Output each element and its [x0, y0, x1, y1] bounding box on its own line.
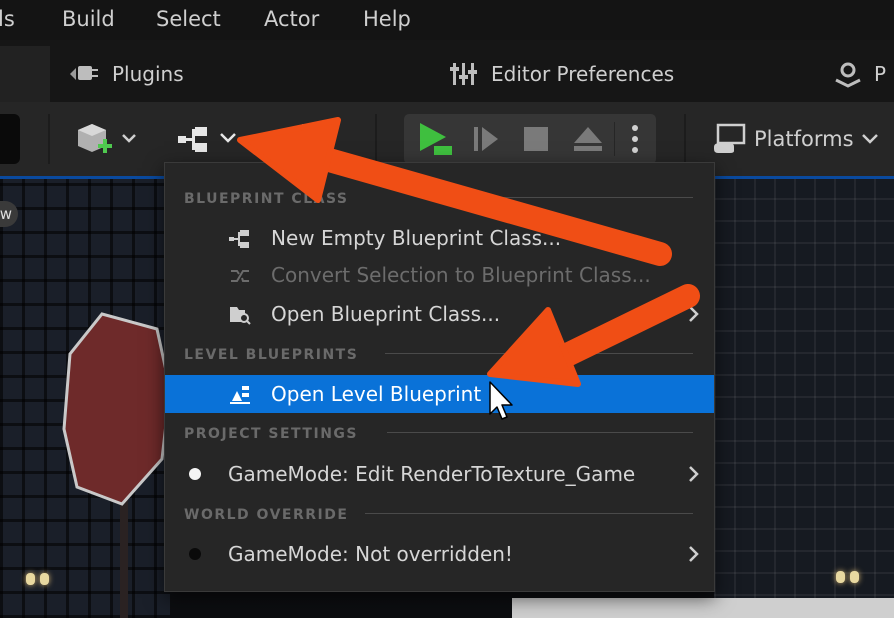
menu-item-new-empty-blueprint[interactable]: New Empty Blueprint Class... [165, 219, 714, 257]
street-lamp-icon [26, 573, 50, 587]
menu-item-label: GameMode: Edit RenderToTexture_Game [228, 462, 636, 486]
more-vertical-icon[interactable] [630, 123, 640, 155]
menu-item-open-level-blueprint[interactable]: Open Level Blueprint [165, 375, 714, 413]
section-header-level-blueprints: LEVEL BLUEPRINTS [184, 347, 359, 363]
menu-help[interactable]: Help [363, 7, 411, 31]
street-lamp-icon [836, 571, 860, 585]
menu-select[interactable]: Select [156, 7, 221, 31]
project-settings-icon [835, 62, 861, 88]
plug-icon [70, 66, 98, 80]
blueprint-icon[interactable] [176, 124, 242, 156]
menu-item-label: Open Level Blueprint [271, 382, 482, 406]
stop-icon[interactable] [522, 125, 550, 153]
tab-project-settings-label: P [874, 62, 887, 86]
section-divider [365, 513, 693, 514]
tab-plugins-label: Plugins [112, 62, 184, 86]
toolbar-left-field[interactable] [0, 114, 20, 164]
tab-project-settings[interactable]: P [832, 46, 886, 102]
menu-item-label: New Empty Blueprint Class... [271, 226, 562, 250]
menu-actor[interactable]: Actor [264, 7, 319, 31]
chevron-right-icon [689, 546, 699, 562]
menu-tools[interactable]: ls [0, 7, 15, 31]
section-divider [485, 197, 693, 198]
menu-item-label: Open Blueprint Class... [271, 302, 501, 326]
menu-build[interactable]: Build [62, 7, 115, 31]
chevron-right-icon [689, 466, 699, 482]
add-actor-icon[interactable] [76, 120, 142, 160]
section-header-project-settings: PROJECT SETTINGS [184, 426, 358, 442]
menu-item-open-blueprint-class[interactable]: Open Blueprint Class... [165, 295, 714, 333]
menu-bar: ls Build Select Actor Help [0, 0, 894, 40]
open-folder-search-icon [230, 307, 251, 325]
menu-item-gamemode-override[interactable]: GameMode: Not overridden! [165, 535, 714, 573]
tab-level-editor[interactable] [0, 46, 50, 102]
eject-icon[interactable] [572, 124, 604, 154]
platforms-icon [714, 123, 746, 153]
toolbar-separator [614, 122, 615, 156]
menu-item-label: GameMode: Not overridden! [228, 542, 513, 566]
blueprint-dropdown-menu: BLUEPRINT CLASS New Empty Blueprint Clas… [164, 162, 715, 592]
toolbar-separator [375, 114, 377, 164]
blueprint-icon [229, 230, 249, 248]
platforms-label: Platforms [754, 127, 854, 151]
stop-sign-icon [62, 312, 172, 506]
chevron-right-icon [689, 306, 699, 322]
tab-bar: Plugins Editor Preferences P [0, 40, 894, 102]
tab-editor-preferences[interactable]: Editor Preferences [449, 46, 674, 102]
menu-item-label: Convert Selection to Blueprint Class... [271, 263, 651, 287]
step-icon[interactable] [470, 124, 502, 154]
tab-editor-preferences-label: Editor Preferences [491, 62, 675, 86]
section-divider [387, 432, 693, 433]
level-blueprint-icon [230, 386, 250, 404]
sliders-icon [450, 63, 477, 85]
section-header-world-override: WORLD OVERRIDE [184, 507, 349, 523]
bullet-icon [189, 468, 201, 480]
toolbar-separator [684, 114, 686, 164]
menu-item-gamemode-edit[interactable]: GameMode: Edit RenderToTexture_Game [165, 455, 714, 493]
section-divider [385, 353, 693, 354]
platforms-button[interactable]: Platforms [712, 119, 880, 159]
convert-icon [231, 270, 249, 282]
chevron-down-icon [861, 134, 878, 144]
building-right [714, 179, 894, 618]
viewport-lower-panel [512, 598, 894, 618]
play-controls [404, 114, 656, 164]
menu-item-convert-selection: Convert Selection to Blueprint Class... [165, 256, 714, 294]
bullet-icon [189, 548, 201, 560]
play-icon[interactable] [416, 120, 456, 158]
section-header-blueprint-class: BLUEPRINT CLASS [184, 191, 349, 207]
toolbar-separator [48, 114, 50, 164]
cinematics-icon[interactable] [276, 122, 316, 142]
tab-plugins[interactable]: Plugins [66, 46, 184, 102]
